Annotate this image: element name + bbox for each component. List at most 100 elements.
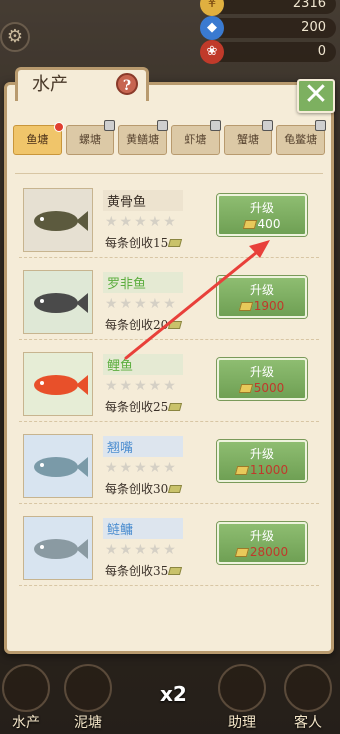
aquatic-panel: 水产 ? ✕ 鱼塘 螺塘 黄鳝塘 虾塘 蟹塘 龟鳖塘 黄骨鱼 ★★★★★ 每条创… xyxy=(4,67,335,654)
income-text: 每条创收15 xyxy=(105,234,183,251)
notification-badge xyxy=(53,122,64,132)
fish-name: 鲢鳙 xyxy=(103,518,183,539)
star-rating: ★★★★★ xyxy=(105,378,178,394)
cost-value: 5000 xyxy=(253,381,285,395)
cost-value: 400 xyxy=(257,217,281,231)
nav-label: 泥塘 xyxy=(74,715,102,731)
assistant-nav-icon xyxy=(218,664,266,712)
ticket-counter[interactable]: ❀ 0 xyxy=(200,40,336,64)
upgrade-button[interactable]: 升级 1900 xyxy=(217,276,307,318)
gem-counter[interactable]: ◆ 200 xyxy=(200,16,336,40)
ticket-icon: ❀ xyxy=(200,40,224,64)
tab-crab-pond[interactable]: 蟹塘 xyxy=(223,120,274,155)
upgrade-button[interactable]: 升级 11000 xyxy=(217,440,307,482)
coin-value: 2316 xyxy=(292,0,326,11)
cost-value: 1900 xyxy=(253,299,285,313)
lock-icon xyxy=(262,120,274,131)
gold-bar-icon xyxy=(238,302,253,311)
cash-icon xyxy=(168,485,183,493)
upgrade-cost: 11000 xyxy=(219,463,305,477)
fish-thumbnail xyxy=(23,352,93,416)
mud-pond-nav-icon xyxy=(64,664,112,712)
lock-icon xyxy=(104,120,116,131)
tab-fish-pond[interactable]: 鱼塘 xyxy=(13,122,64,155)
multiplier-label: x2 xyxy=(160,682,187,706)
upgrade-cost: 5000 xyxy=(219,381,305,395)
upgrade-button[interactable]: 升级 5000 xyxy=(217,358,307,400)
topmouth-culter-icon xyxy=(34,457,88,477)
tab-snail-pond[interactable]: 螺塘 xyxy=(65,120,116,155)
pond-tabs: 鱼塘 螺塘 黄鳝塘 虾塘 蟹塘 龟鳖塘 xyxy=(13,120,327,157)
fish-thumbnail xyxy=(23,188,93,252)
income-label: 每条创收20 xyxy=(105,318,169,332)
cost-value: 28000 xyxy=(249,545,289,559)
lock-icon xyxy=(315,120,327,131)
tab-label: 鱼塘 xyxy=(26,133,49,146)
star-rating: ★★★★★ xyxy=(105,214,178,230)
fish-name: 黄骨鱼 xyxy=(103,190,183,211)
tab-label: 龟鳖塘 xyxy=(284,133,318,146)
cash-icon xyxy=(168,239,183,247)
upgrade-label: 升级 xyxy=(249,447,274,461)
gold-bar-icon xyxy=(234,548,250,557)
income-label: 每条创收15 xyxy=(105,236,169,250)
gem-icon: ◆ xyxy=(200,16,224,40)
gold-bar-icon xyxy=(242,220,257,229)
coin-counter: ¥ 2316 xyxy=(200,0,336,16)
upgrade-label: 升级 xyxy=(249,201,274,215)
star-rating: ★★★★★ xyxy=(105,542,178,558)
fish-name: 罗非鱼 xyxy=(103,272,183,293)
upgrade-label: 升级 xyxy=(249,365,274,379)
income-label: 每条创收35 xyxy=(105,564,169,578)
fish-list[interactable]: 黄骨鱼 ★★★★★ 每条创收15 升级 400 罗非鱼 ★★★★★ 每条创收20… xyxy=(15,173,323,645)
gold-bar-icon xyxy=(234,466,250,475)
fish-name: 鲤鱼 xyxy=(103,354,183,375)
tab-eel-pond[interactable]: 黄鳝塘 xyxy=(118,120,169,155)
upgrade-button[interactable]: 升级 28000 xyxy=(217,522,307,564)
nav-label: 助理 xyxy=(228,715,256,731)
tab-label: 黄鳝塘 xyxy=(126,133,160,146)
help-icon[interactable]: ? xyxy=(116,73,138,95)
nav-assistant[interactable]: 助理 xyxy=(210,658,274,734)
upgrade-button[interactable]: 升级 400 xyxy=(217,194,307,236)
income-label: 每条创收25 xyxy=(105,400,169,414)
settings-gear-icon[interactable]: ⚙ xyxy=(0,22,30,52)
fish-name: 翘嘴 xyxy=(103,436,183,457)
star-rating: ★★★★★ xyxy=(105,460,178,476)
upgrade-cost: 400 xyxy=(219,217,305,231)
carp-icon xyxy=(34,375,88,395)
panel-title-tab: 水产 ? xyxy=(15,67,149,101)
fish-row: 鲢鳙 ★★★★★ 每条创收35 升级 28000 xyxy=(19,508,319,586)
tab-shrimp-pond[interactable]: 虾塘 xyxy=(171,120,221,155)
nav-label: 水产 xyxy=(12,715,40,731)
panel-title: 水产 xyxy=(32,74,68,95)
gold-bar-icon xyxy=(238,384,253,393)
fish-thumbnail xyxy=(23,434,93,498)
fish-row: 鲤鱼 ★★★★★ 每条创收25 升级 5000 xyxy=(19,344,319,422)
tab-label: 虾塘 xyxy=(184,133,207,146)
tab-label: 螺塘 xyxy=(79,133,101,146)
tab-turtle-pond[interactable]: 龟鳖塘 xyxy=(276,120,327,155)
nav-aquatic[interactable]: 水产 xyxy=(0,658,58,734)
income-text: 每条创收30 xyxy=(105,480,183,497)
aquatic-nav-icon xyxy=(2,664,50,712)
nav-mud-pond[interactable]: 泥塘 xyxy=(56,658,120,734)
nav-guests[interactable]: 客人 xyxy=(276,658,340,734)
cash-icon xyxy=(168,403,183,411)
upgrade-cost: 28000 xyxy=(219,545,305,559)
catfish-icon xyxy=(34,211,88,231)
income-label: 每条创收30 xyxy=(105,482,169,496)
upgrade-label: 升级 xyxy=(249,283,274,297)
income-text: 每条创收25 xyxy=(105,398,183,415)
upgrade-label: 升级 xyxy=(249,529,274,543)
coin-icon: ¥ xyxy=(200,0,224,16)
close-button[interactable]: ✕ xyxy=(297,79,335,113)
star-rating: ★★★★★ xyxy=(105,296,178,312)
cash-icon xyxy=(168,567,183,575)
fish-thumbnail xyxy=(23,270,93,334)
tab-label: 蟹塘 xyxy=(237,133,260,146)
gem-value: 200 xyxy=(301,20,326,35)
upgrade-cost: 1900 xyxy=(219,299,305,313)
cash-icon xyxy=(168,321,183,329)
income-multiplier[interactable]: x2 xyxy=(138,668,204,724)
